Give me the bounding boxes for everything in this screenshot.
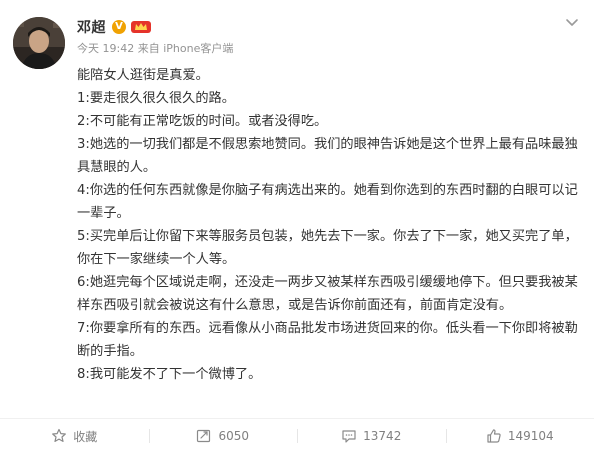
post-time[interactable]: 今天 19:42	[77, 42, 134, 55]
post-paragraph: 4:你选的任何东西就像是你脑子有病选出来的。她看到你选到的东西时翻的白眼可以记一…	[77, 183, 578, 221]
post-content: 能陪女人逛街是真爱。 1:要走很久很久很久的路。 2:不可能有正常吃饭的时间。或…	[77, 64, 582, 386]
star-icon	[52, 428, 67, 442]
verified-v-icon[interactable]: V	[112, 20, 126, 34]
chevron-down-icon	[566, 19, 578, 26]
post-paragraph: 2:不可能有正常吃饭的时间。或者没得吃。	[77, 114, 328, 129]
avatar-photo	[13, 17, 65, 69]
more-options-button[interactable]	[564, 14, 580, 30]
weibo-post-card: 邓超 V 今天 19:42 来自 iPhone客户端 能陪女人逛街是真爱。 1:…	[0, 0, 594, 453]
post-paragraph: 8:我可能发不了下一个微博了。	[77, 367, 262, 382]
post-paragraph: 能陪女人逛街是真爱。	[77, 68, 209, 83]
thumbs-up-icon	[487, 429, 501, 443]
post-source[interactable]: iPhone客户端	[163, 42, 233, 55]
avatar[interactable]	[13, 17, 65, 69]
repost-button[interactable]: 6050	[148, 419, 298, 453]
action-bar: 收藏 6050 13742 149104	[0, 419, 594, 453]
member-crown-icon[interactable]	[130, 19, 152, 35]
source-prefix: 来自	[137, 42, 160, 55]
repost-count: 6050	[218, 429, 250, 443]
post-paragraph: 7:你要拿所有的东西。远看像从小商品批发市场进货回来的你。低头看一下你即将被勒断…	[77, 321, 578, 359]
comment-button[interactable]: 13742	[297, 419, 446, 453]
post-paragraph: 1:要走很久很久很久的路。	[77, 91, 235, 106]
favorite-label: 收藏	[73, 429, 98, 444]
comment-count: 13742	[363, 429, 402, 443]
repost-icon	[197, 429, 211, 443]
name-row: 邓超 V	[77, 17, 152, 37]
post-paragraph: 5:买完单后让你留下来等服务员包装，她先去下一家。你去了下一家，她又买完了单，你…	[77, 229, 578, 267]
user-name[interactable]: 邓超	[77, 17, 106, 37]
like-button[interactable]: 149104	[445, 419, 594, 453]
post-paragraph: 3:她选的一切我们都是不假思索地赞同。我们的眼神告诉她是这个世界上最有品味最独具…	[77, 137, 578, 175]
like-count: 149104	[507, 429, 554, 443]
favorite-button[interactable]: 收藏	[0, 419, 149, 453]
post-paragraph: 6:她逛完每个区域说走啊，还没走一两步又被某样东西吸引缓缓地停下。但只要我被某样…	[77, 275, 578, 313]
post-meta: 今天 19:42 来自 iPhone客户端	[77, 40, 233, 56]
comment-icon	[342, 430, 356, 443]
